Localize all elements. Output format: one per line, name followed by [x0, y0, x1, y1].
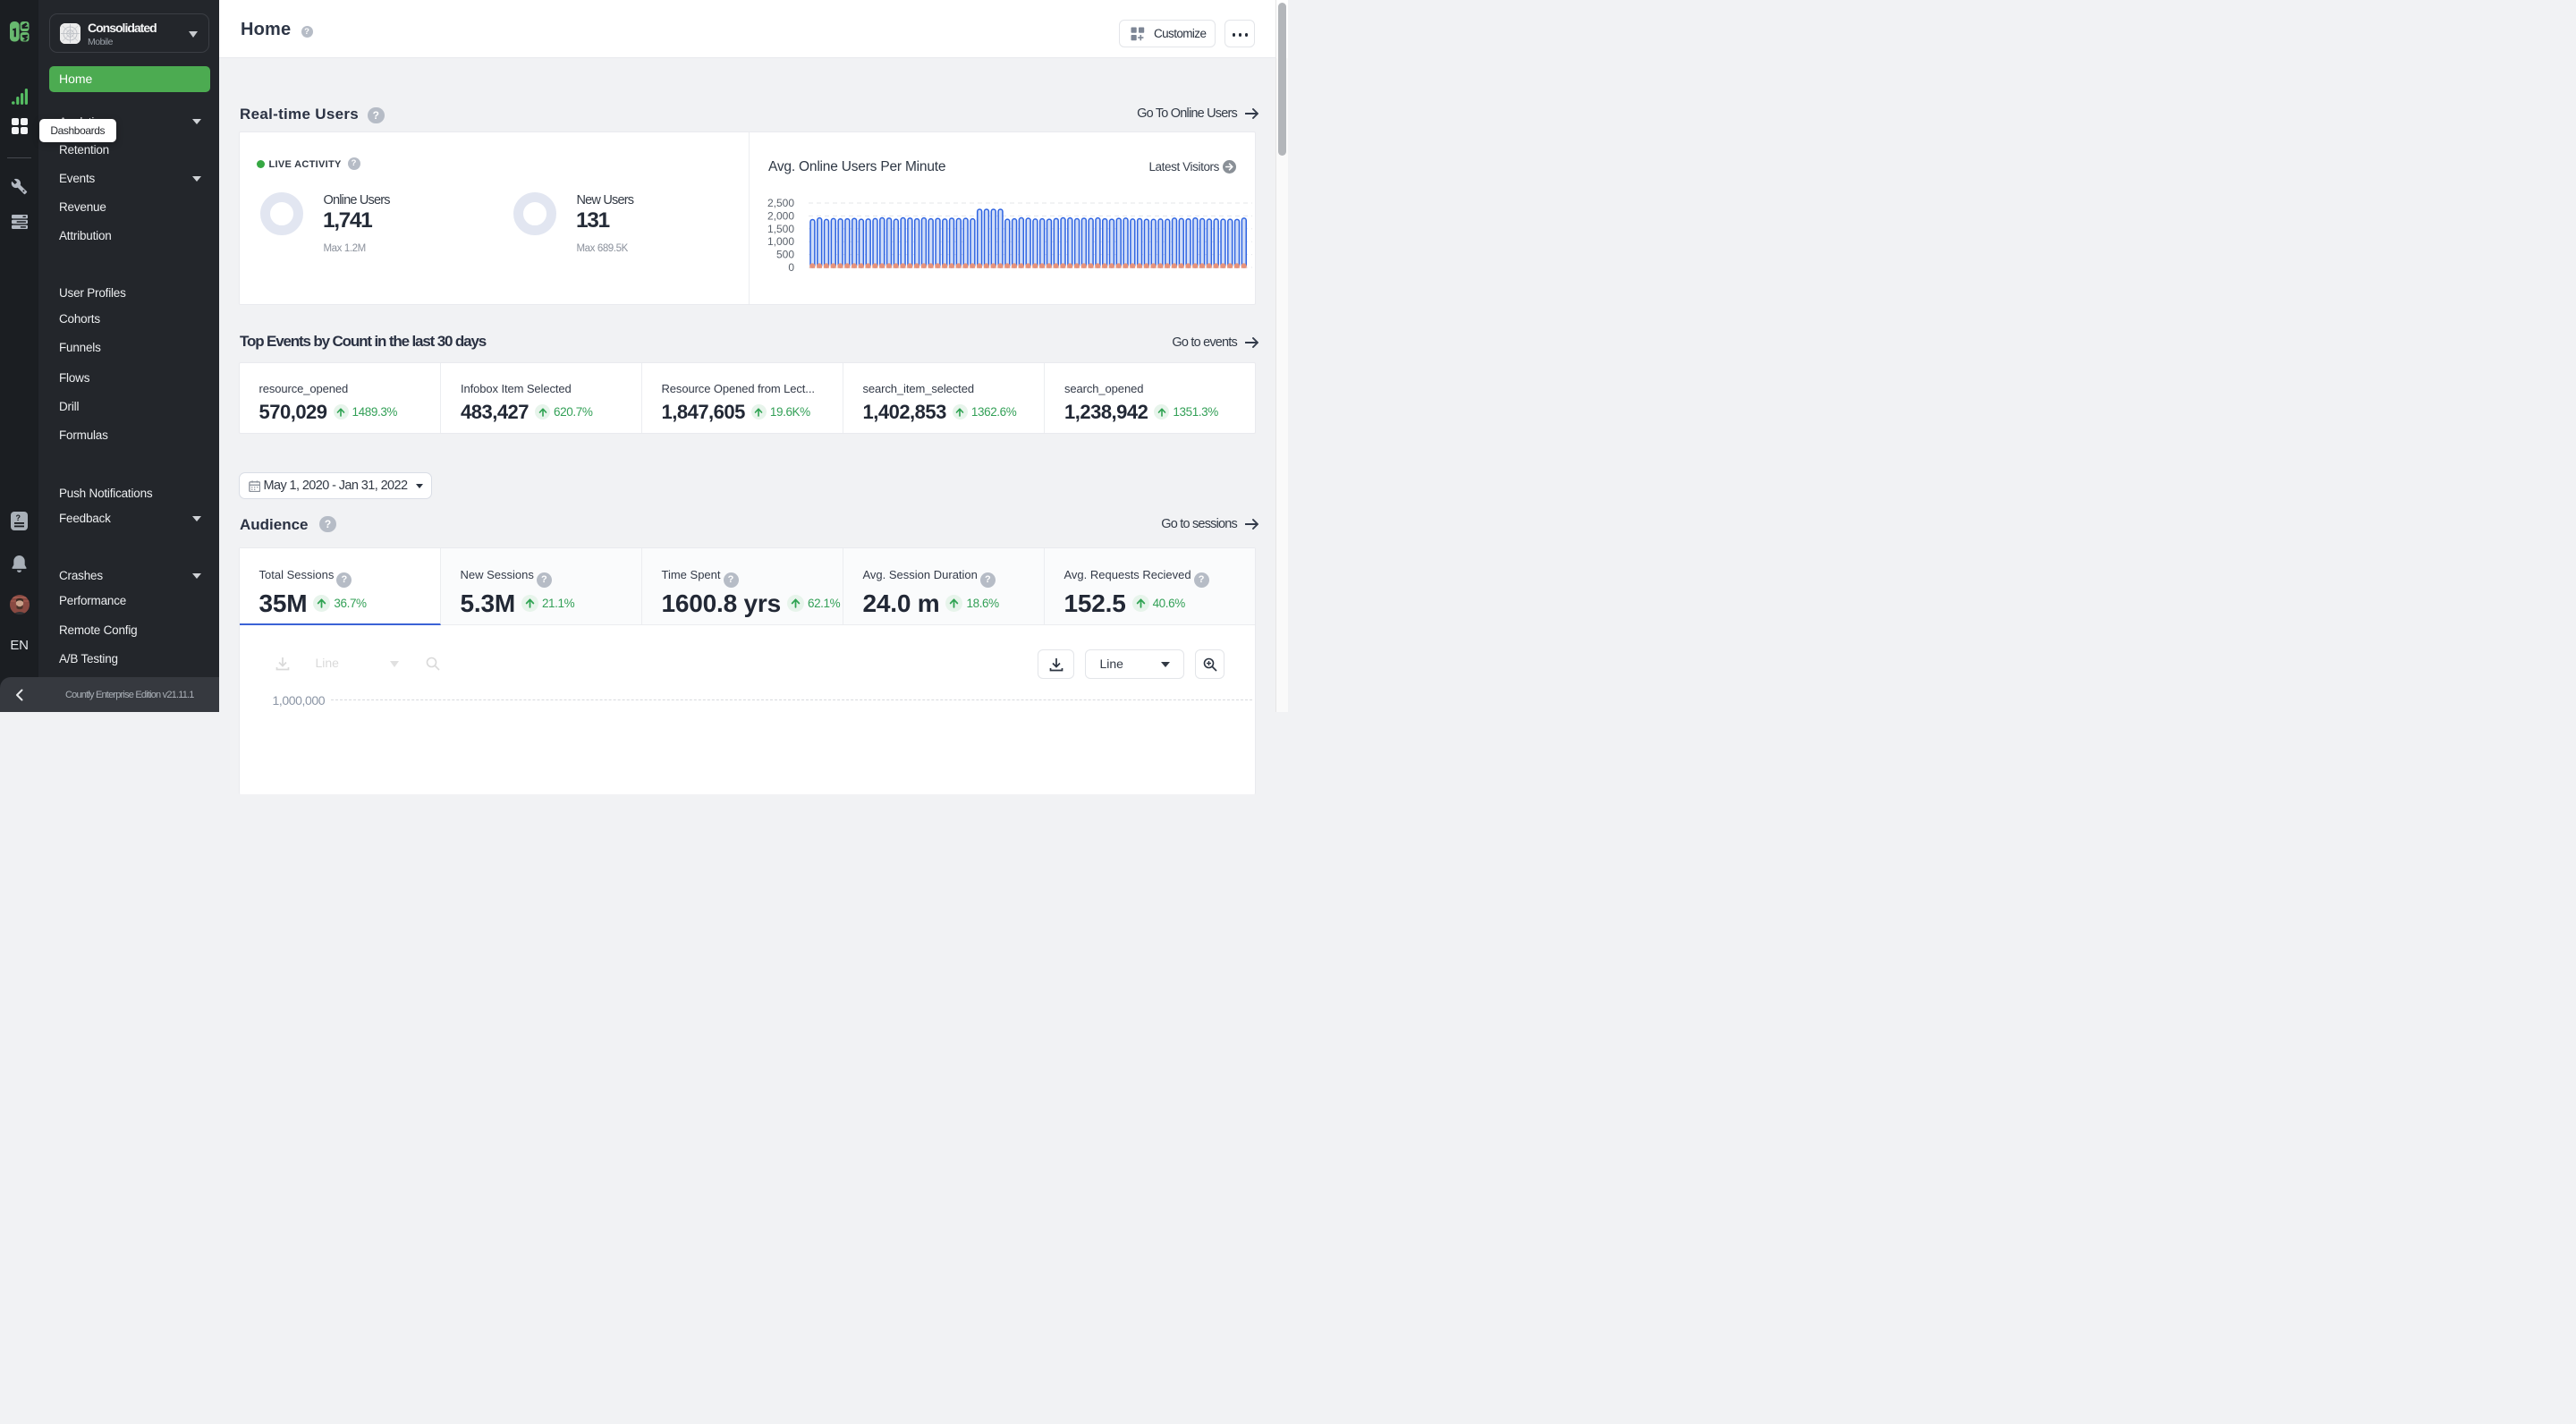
svg-text:0: 0 [788, 261, 794, 274]
svg-text:2,500: 2,500 [767, 197, 793, 209]
svg-text:2,000: 2,000 [767, 209, 793, 222]
svg-text:500: 500 [775, 248, 793, 260]
svg-text:1,000: 1,000 [767, 235, 793, 248]
svg-text:?: ? [16, 513, 21, 522]
svg-text:1,500: 1,500 [767, 222, 793, 234]
